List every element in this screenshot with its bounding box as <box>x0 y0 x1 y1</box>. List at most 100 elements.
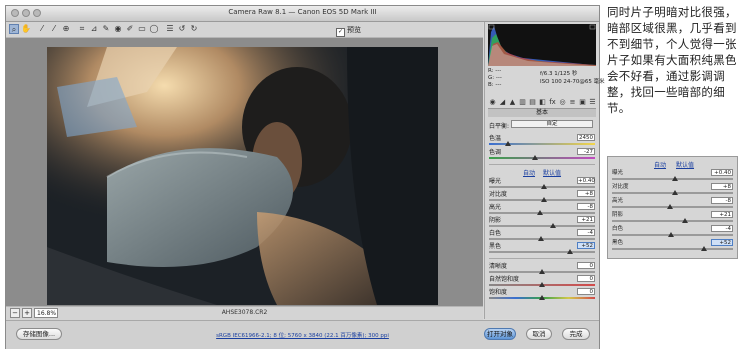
vibrance-thumb[interactable] <box>539 282 545 287</box>
lens-corrections-tab-icon[interactable]: ◧ <box>538 98 547 107</box>
blacks-value[interactable]: +52 <box>577 242 595 249</box>
whites-value[interactable]: -4 <box>711 225 733 232</box>
tint-value[interactable]: -27 <box>577 148 595 155</box>
auto-link[interactable]: 自动 <box>523 168 535 177</box>
preview-toggle[interactable]: ✓ 预览 <box>336 25 361 37</box>
tint-track[interactable] <box>489 157 595 159</box>
highlights-label: 高光 <box>489 204 502 211</box>
default-link[interactable]: 默认值 <box>543 168 561 177</box>
highlights-thumb[interactable] <box>536 210 543 215</box>
temperature-value[interactable]: 2450 <box>577 134 595 141</box>
contrast-thumb[interactable] <box>671 190 678 195</box>
tint-thumb[interactable] <box>531 155 538 160</box>
default-link[interactable]: 默认值 <box>676 160 694 169</box>
vibrance-value[interactable]: 0 <box>577 275 595 282</box>
zoom-tool-icon[interactable]: ⌕ <box>9 24 19 34</box>
contrast-slider[interactable]: 对比度 +8 <box>612 183 733 196</box>
shadows-slider[interactable]: 阴影 +21 <box>489 216 595 229</box>
tint-slider[interactable]: 色调 -27 <box>489 148 595 161</box>
shadows-thumb[interactable] <box>549 223 556 228</box>
spot-removal-tool-icon[interactable]: ✎ <box>101 24 111 34</box>
rotate-cw-icon[interactable]: ↻ <box>189 24 199 34</box>
cancel-button[interactable]: 取消 <box>526 328 552 340</box>
hsl-tab-icon[interactable]: ▥ <box>518 98 527 107</box>
blacks-label: 黑色 <box>612 240 624 246</box>
color-sampler-tool-icon[interactable]: ⁄ <box>49 24 59 34</box>
blacks-value[interactable]: +52 <box>711 239 733 246</box>
highlights-value[interactable]: -8 <box>711 197 733 204</box>
saturation-thumb[interactable] <box>539 295 545 300</box>
article-text: 同时片子明暗对比很强，暗部区域很黑，几乎看到不到细节，个人觉得一张片子如果有大面… <box>607 5 737 115</box>
exposure-value[interactable]: +0.40 <box>577 177 595 184</box>
exposure-value[interactable]: +0.40 <box>711 169 733 176</box>
effects-tab-icon[interactable]: fx <box>548 98 557 107</box>
shadows-value[interactable]: +21 <box>711 211 733 218</box>
rotate-ccw-icon[interactable]: ↺ <box>177 24 187 34</box>
auto-link[interactable]: 自动 <box>654 160 666 169</box>
saturation-value[interactable]: 0 <box>577 288 595 295</box>
snapshots-tab-icon[interactable]: ▣ <box>578 98 587 107</box>
shadows-track[interactable] <box>612 220 733 222</box>
white-balance-select[interactable]: 自定 <box>511 120 593 128</box>
highlights-slider[interactable]: 高光 -8 <box>489 203 595 216</box>
saturation-slider[interactable]: 饱和度 0 <box>489 288 595 301</box>
contrast-value[interactable]: +8 <box>711 183 733 190</box>
whites-slider[interactable]: 白色 -4 <box>489 229 595 242</box>
contrast-slider[interactable]: 对比度 +8 <box>489 190 595 203</box>
basic-tab-icon[interactable]: ◉ <box>488 98 497 107</box>
temperature-thumb[interactable] <box>505 141 512 146</box>
crop-tool-icon[interactable]: ⌗ <box>77 24 87 34</box>
exposure-slider[interactable]: 曝光 +0.40 <box>612 169 733 182</box>
blacks-track[interactable] <box>612 248 733 250</box>
clarity-thumb[interactable] <box>539 269 545 274</box>
adjustment-brush-icon[interactable]: ✐ <box>125 24 135 34</box>
split-toning-tab-icon[interactable]: ▤ <box>528 98 537 107</box>
preferences-icon[interactable]: ☰ <box>165 24 175 34</box>
panel-tabs: ◉ ◢ ▲ ▥ ▤ ◧ fx ◎ ≡ ▣ ☰ <box>488 98 596 109</box>
hand-tool-icon[interactable]: ✋ <box>21 24 31 34</box>
clarity-slider[interactable]: 清晰度 0 <box>489 262 595 275</box>
shadows-track[interactable] <box>489 225 595 227</box>
whites-thumb[interactable] <box>668 232 675 237</box>
done-button[interactable]: 完成 <box>562 328 590 340</box>
whites-slider[interactable]: 白色 -4 <box>612 225 733 238</box>
detail-tab-icon[interactable]: ▲ <box>508 98 517 107</box>
blacks-thumb[interactable] <box>566 249 573 254</box>
white-balance-tool-icon[interactable]: ⁄ <box>37 24 47 34</box>
whites-label: 白色 <box>612 226 624 232</box>
red-eye-removal-tool-icon[interactable]: ◉ <box>113 24 123 34</box>
graduated-filter-icon[interactable]: ▭ <box>137 24 147 34</box>
blacks-thumb[interactable] <box>700 246 707 251</box>
highlights-value[interactable]: -8 <box>577 203 595 210</box>
blacks-slider[interactable]: 黑色 +52 <box>489 242 595 255</box>
whites-thumb[interactable] <box>537 236 544 241</box>
tone-curve-tab-icon[interactable]: ◢ <box>498 98 507 107</box>
exposure-thumb[interactable] <box>671 176 678 181</box>
save-image-button[interactable]: 存储图像... <box>16 328 62 340</box>
contrast-value[interactable]: +8 <box>577 190 595 197</box>
vibrance-slider[interactable]: 自然饱和度 0 <box>489 275 595 288</box>
clarity-value[interactable]: 0 <box>577 262 595 269</box>
presets-tab-icon[interactable]: ≡ <box>568 98 577 107</box>
contrast-thumb[interactable] <box>541 197 548 202</box>
exposure-thumb[interactable] <box>541 184 548 189</box>
radial-filter-icon[interactable]: ◯ <box>149 24 159 34</box>
camera-calibration-tab-icon[interactable]: ◎ <box>558 98 567 107</box>
shadows-value[interactable]: +21 <box>577 216 595 223</box>
open-object-button[interactable]: 打开对象 <box>484 328 516 340</box>
workflow-options-link[interactable]: sRGB IEC61966-2.1; 8 位; 5760 x 3840 (22.… <box>156 331 449 339</box>
straighten-tool-icon[interactable]: ⊿ <box>89 24 99 34</box>
panel-menu-icon[interactable]: ☰ <box>588 98 597 107</box>
check-icon[interactable]: ✓ <box>336 28 345 37</box>
blacks-track[interactable] <box>489 251 595 253</box>
shadows-slider[interactable]: 阴影 +21 <box>612 211 733 224</box>
highlights-thumb[interactable] <box>667 204 674 209</box>
highlights-slider[interactable]: 高光 -8 <box>612 197 733 210</box>
blacks-slider[interactable]: 黑色 +52 <box>612 239 733 252</box>
targeted-adjustment-tool-icon[interactable]: ⊕ <box>61 24 71 34</box>
photo-preview[interactable] <box>47 47 438 305</box>
shadows-thumb[interactable] <box>681 218 688 223</box>
temperature-slider[interactable]: 色温 2450 <box>489 134 595 147</box>
exposure-slider[interactable]: 曝光 +0.40 <box>489 177 595 190</box>
whites-value[interactable]: -4 <box>577 229 595 236</box>
